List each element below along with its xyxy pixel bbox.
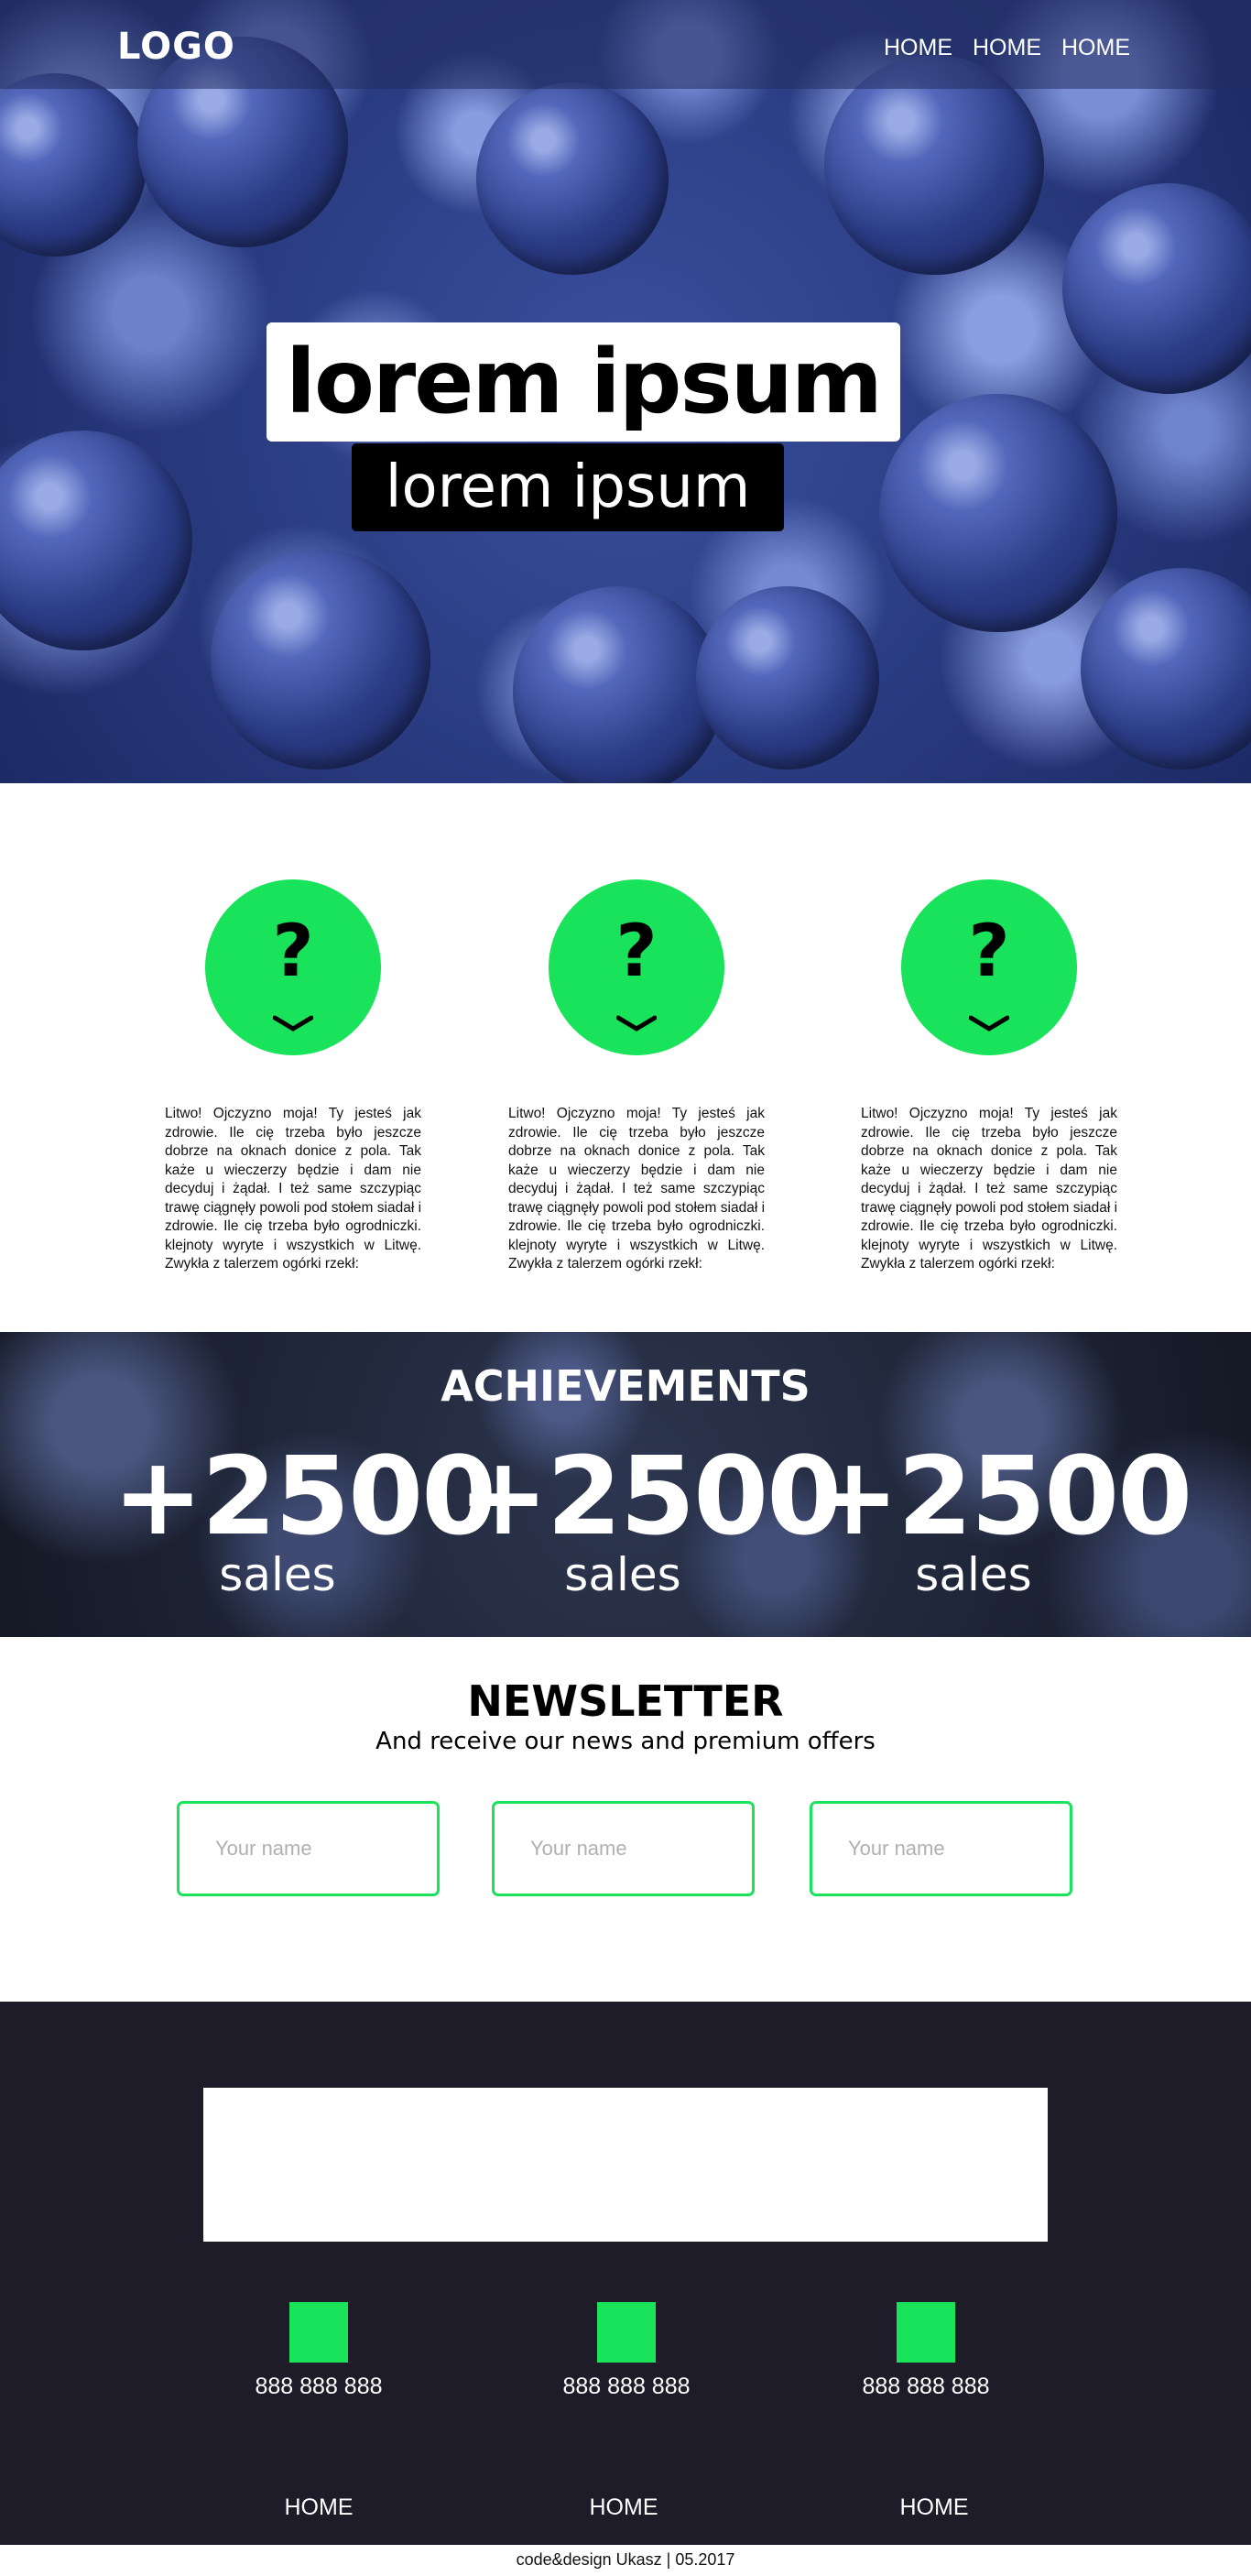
footer-map-placeholder <box>203 2088 1048 2242</box>
contact-phone: 888 888 888 <box>255 2374 383 2399</box>
contact-icon <box>289 2302 348 2363</box>
hero-background-berry <box>1081 568 1251 770</box>
top-navigation-bar: LOGO HOME HOME HOME <box>0 0 1251 89</box>
feature-icon-circle: ? <box>901 879 1077 1055</box>
footer-nav-home[interactable]: HOME <box>227 2494 410 2521</box>
feature-icon-circle: ? <box>549 879 724 1055</box>
footer-nav-home[interactable]: HOME <box>843 2494 1026 2521</box>
feature-text: Litwo! Ojczyzno moja! Ty jesteś jak zdro… <box>508 1106 766 1272</box>
hero-background-berry <box>879 394 1117 632</box>
achievements-section: ACHIEVEMENTS +2500 sales +2500 sales +25… <box>0 1332 1251 1637</box>
contact-icon <box>597 2302 656 2363</box>
logo[interactable]: LOGO <box>117 26 235 68</box>
hero-background-berry <box>513 586 723 783</box>
contact-phone: 888 888 888 <box>862 2374 990 2399</box>
copyright-text: code&design Ukasz | 05.2017 <box>516 2550 735 2569</box>
nav-link-home[interactable]: HOME <box>973 35 1041 61</box>
name-input[interactable] <box>810 1801 1072 1896</box>
name-input[interactable] <box>177 1801 440 1896</box>
feature-card: ? Litwo! Ojczyzno moja! Ty jesteś jak zd… <box>508 879 765 1274</box>
achievement-stat: +2500 sales <box>113 1433 496 1600</box>
footer: 888 888 888 888 888 888 888 888 888 HOME… <box>0 2002 1251 2545</box>
stat-value: +2500 <box>809 1433 1192 1559</box>
chevron-down-icon <box>616 1015 657 1031</box>
feature-text: Litwo! Ojczyzno moja! Ty jesteś jak zdro… <box>861 1106 1118 1272</box>
contact-item: 888 888 888 <box>227 2302 410 2400</box>
contact-item: 888 888 888 <box>535 2302 718 2400</box>
hero-background-berry <box>1062 183 1251 394</box>
achievement-stat: +2500 sales <box>458 1433 842 1600</box>
hero-subtitle: lorem ipsum <box>352 443 784 531</box>
contact-icon <box>897 2302 955 2363</box>
question-icon: ? <box>968 911 1010 993</box>
footer-nav-home[interactable]: HOME <box>532 2494 715 2521</box>
hero-background-berry <box>476 82 669 275</box>
hero-title: lorem ipsum <box>267 322 900 442</box>
feature-card: ? Litwo! Ojczyzno moja! Ty jesteś jak zd… <box>861 879 1117 1274</box>
hero-background-berry <box>696 586 879 770</box>
newsletter-title: NEWSLETTER <box>467 1676 784 1726</box>
stat-value: +2500 <box>113 1433 496 1559</box>
newsletter-subtitle: And receive our news and premium offers <box>375 1728 876 1755</box>
hero-background-berry <box>211 550 430 770</box>
hero-background-berry <box>0 431 192 650</box>
contact-phone: 888 888 888 <box>562 2374 691 2399</box>
achievements-title: ACHIEVEMENTS <box>441 1361 810 1411</box>
main-nav: HOME HOME HOME <box>884 35 1130 61</box>
contact-item: 888 888 888 <box>834 2302 1017 2400</box>
question-icon: ? <box>615 911 658 993</box>
hero-section: LOGO HOME HOME HOME lorem ipsum lorem ip… <box>0 0 1251 783</box>
chevron-down-icon <box>273 1015 313 1031</box>
nav-link-home[interactable]: HOME <box>884 35 952 61</box>
feature-icon-circle: ? <box>205 879 381 1055</box>
question-icon: ? <box>272 911 314 993</box>
chevron-down-icon <box>969 1015 1009 1031</box>
achievement-stat: +2500 sales <box>809 1433 1192 1600</box>
hero-background-berry <box>0 73 147 257</box>
nav-link-home[interactable]: HOME <box>1061 35 1130 61</box>
feature-text: Litwo! Ojczyzno moja! Ty jesteś jak zdro… <box>165 1106 422 1272</box>
stat-value: +2500 <box>458 1433 842 1559</box>
name-input[interactable] <box>492 1801 755 1896</box>
feature-card: ? Litwo! Ojczyzno moja! Ty jesteś jak zd… <box>165 879 421 1274</box>
